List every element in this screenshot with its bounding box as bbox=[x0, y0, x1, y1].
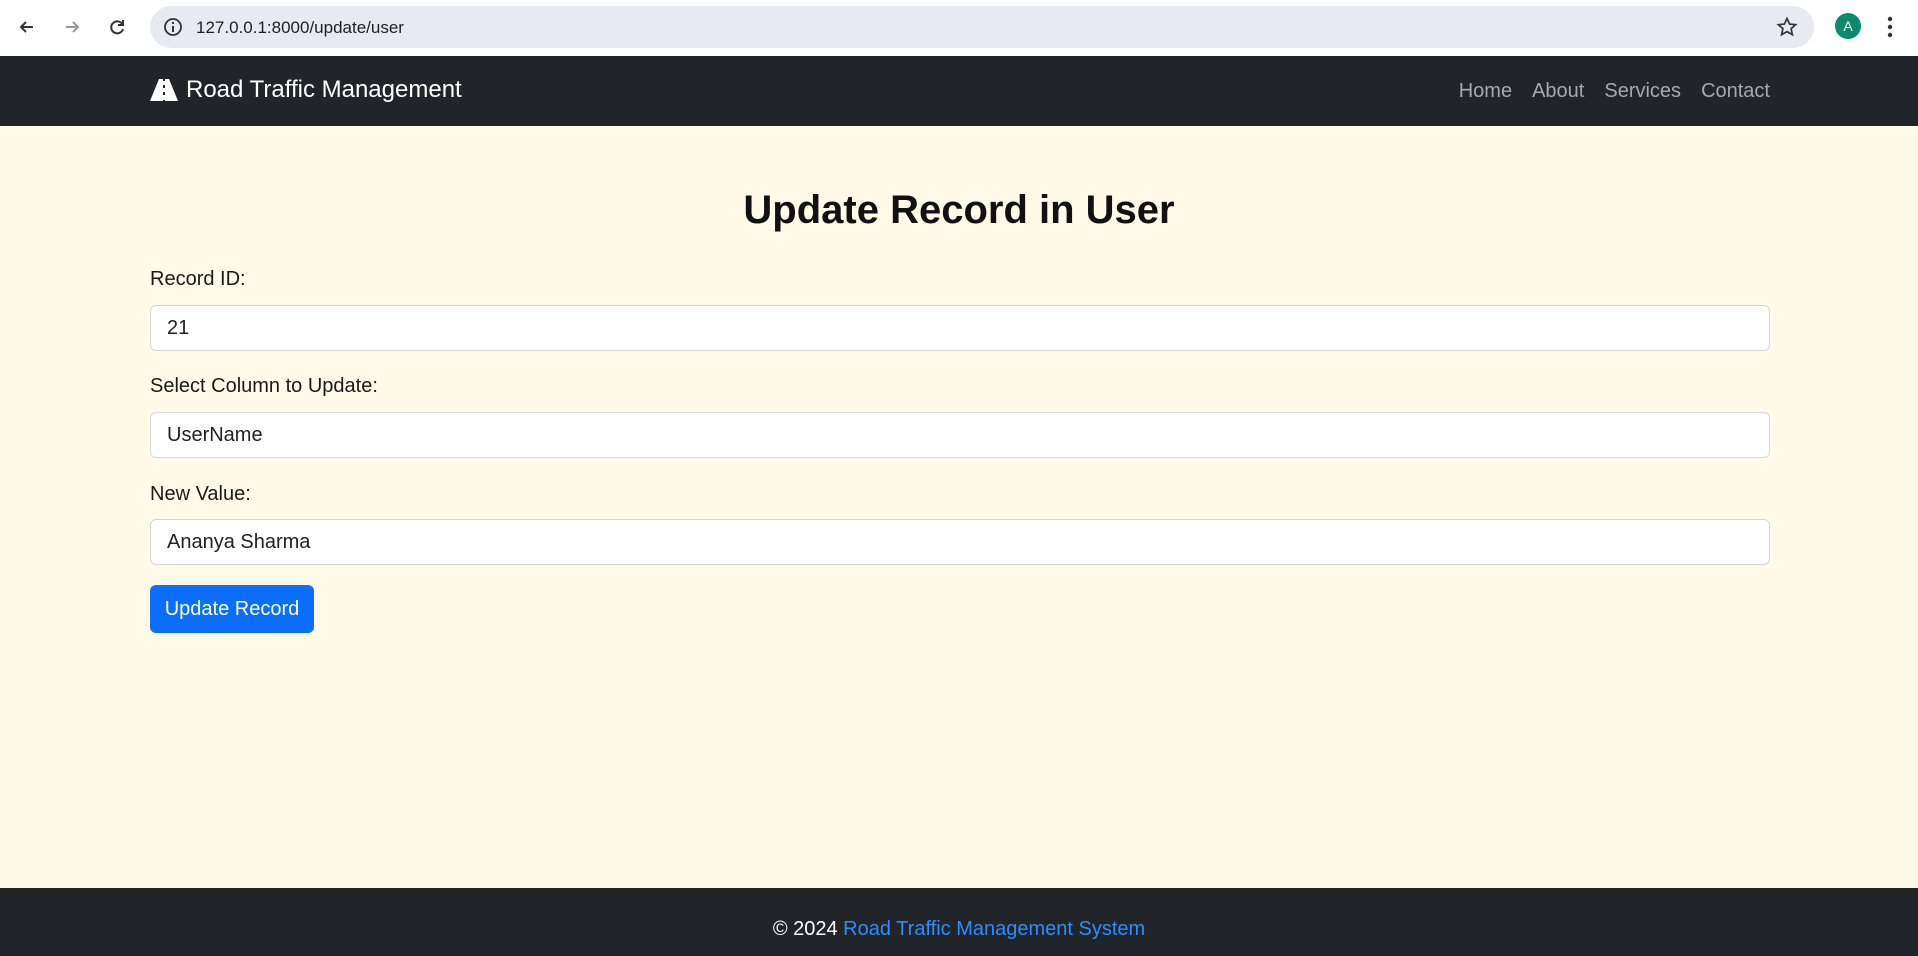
nav-link-services[interactable]: Services bbox=[1604, 80, 1681, 103]
column-select[interactable]: UserName bbox=[150, 412, 1770, 458]
record-id-input[interactable]: 21 bbox=[150, 305, 1770, 351]
brand-name: Road Traffic Management bbox=[186, 76, 462, 103]
bookmark-star-icon[interactable] bbox=[1776, 16, 1798, 38]
site-navbar: Road Traffic Management Home About Servi… bbox=[0, 56, 1918, 126]
nav-links: Home About Services Contact bbox=[1459, 80, 1770, 103]
forward-button[interactable] bbox=[57, 12, 87, 42]
copyright-text: © 2024 bbox=[772, 918, 838, 940]
column-select-label: Select Column to Update: bbox=[150, 375, 378, 397]
road-icon bbox=[150, 79, 178, 101]
reload-icon bbox=[110, 20, 124, 35]
site-footer: © 2024 Road Traffic Management System bbox=[0, 888, 1918, 956]
arrow-left-icon bbox=[19, 21, 33, 33]
nav-link-home[interactable]: Home bbox=[1459, 80, 1512, 103]
brand-link[interactable]: Road Traffic Management bbox=[150, 76, 462, 104]
new-value-label: New Value: bbox=[150, 483, 251, 505]
nav-link-about[interactable]: About bbox=[1532, 80, 1584, 103]
record-id-label: Record ID: bbox=[150, 268, 246, 290]
arrow-right-icon bbox=[66, 21, 80, 33]
reload-button[interactable] bbox=[102, 12, 132, 42]
profile-avatar[interactable]: A bbox=[1835, 13, 1861, 39]
nav-link-contact[interactable]: Contact bbox=[1701, 80, 1770, 103]
site-info-icon[interactable] bbox=[162, 16, 184, 38]
page-title: Update Record in User bbox=[743, 188, 1175, 232]
footer-text: © 2024 Road Traffic Management System bbox=[0, 918, 1918, 941]
footer-link[interactable]: Road Traffic Management System bbox=[843, 918, 1145, 940]
update-record-button[interactable]: Update Record bbox=[150, 585, 314, 633]
url-text: 127.0.0.1:8000/update/user bbox=[196, 18, 404, 37]
address-bar[interactable]: 127.0.0.1:8000/update/user bbox=[150, 6, 1814, 48]
more-options-icon[interactable] bbox=[1886, 14, 1894, 40]
back-button[interactable] bbox=[12, 12, 42, 42]
new-value-input[interactable]: Ananya Sharma bbox=[150, 519, 1770, 565]
browser-toolbar: 127.0.0.1:8000/update/user A bbox=[0, 0, 1918, 56]
